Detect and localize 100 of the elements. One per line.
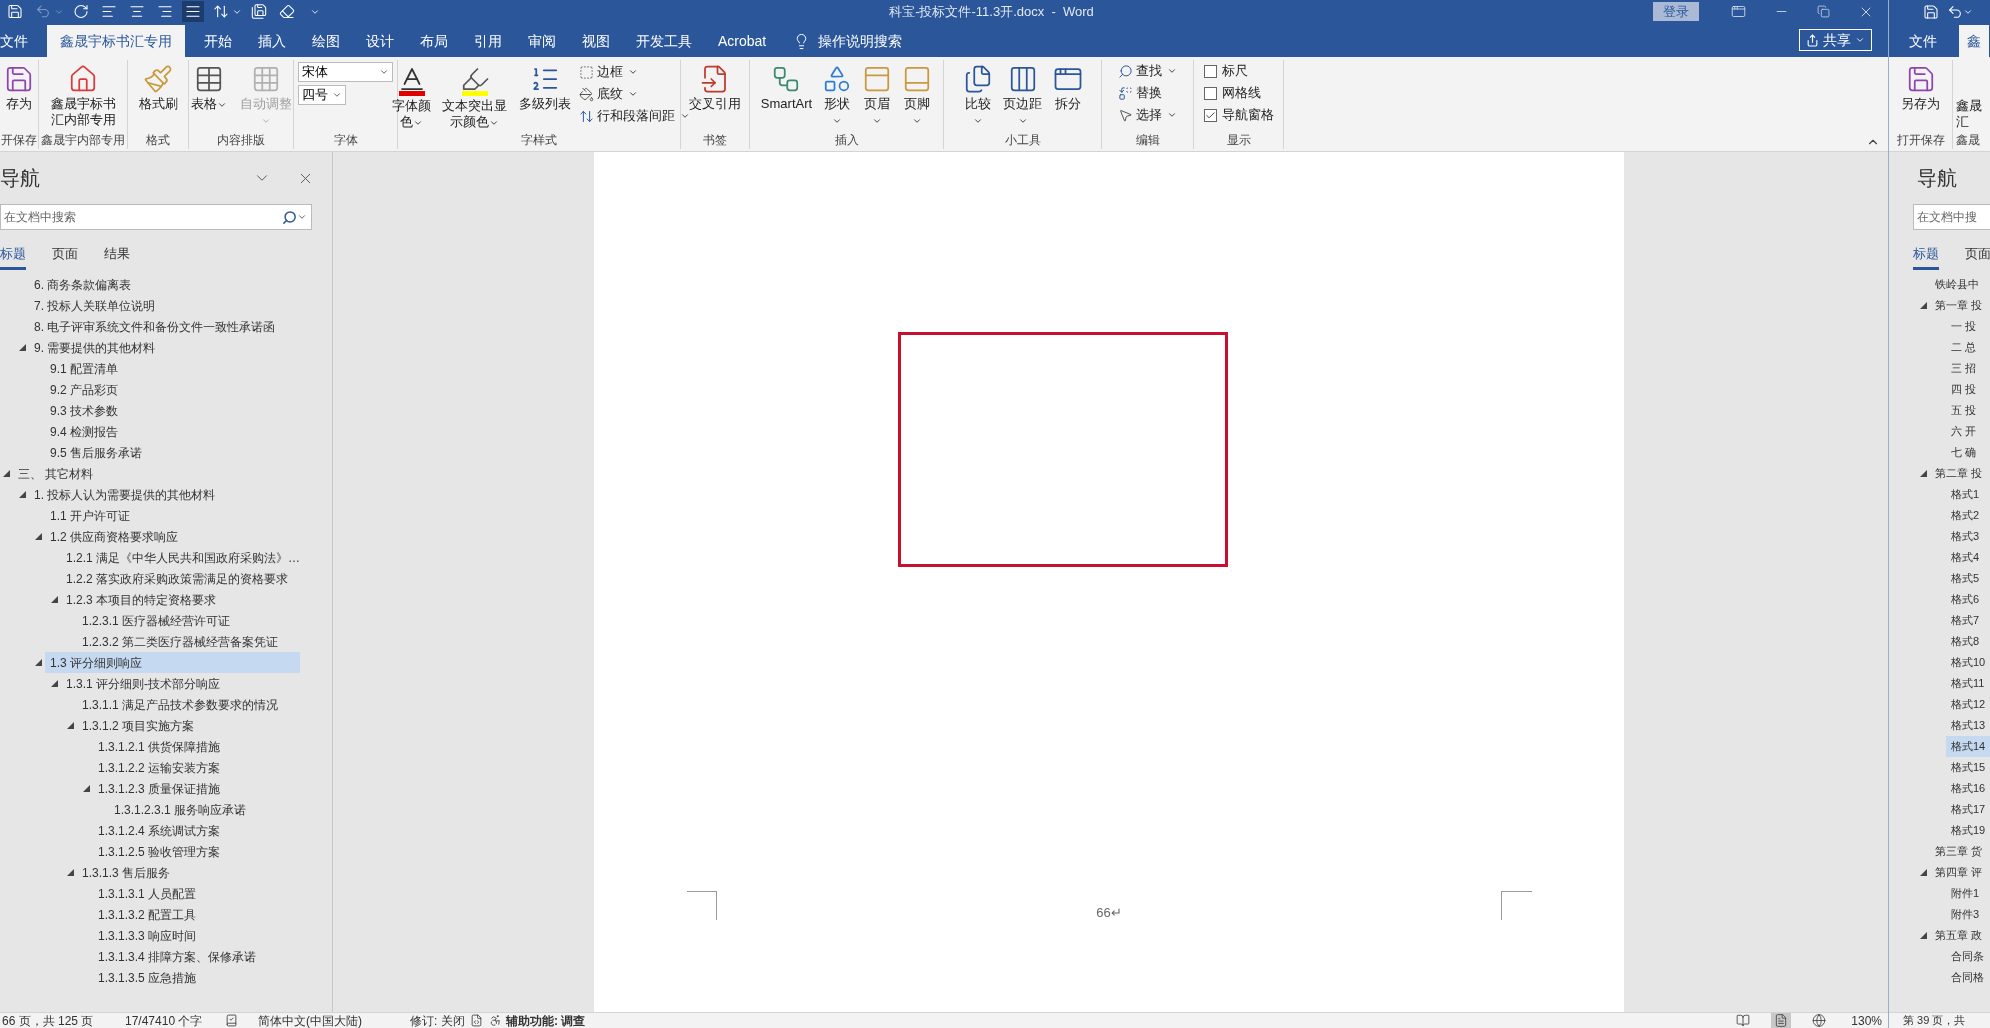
highlight-color-button[interactable]: 文本突出显示颜色 <box>438 60 511 131</box>
expanded-arrow-icon[interactable] <box>35 533 42 540</box>
nav-heading[interactable]: 9. 需要提供的其他材料 <box>29 337 300 358</box>
nav-heading[interactable]: 1.3.1.2.5 验收管理方案 <box>93 841 300 862</box>
pane-tab[interactable]: 结果 <box>104 243 130 270</box>
accessibility-icon[interactable] <box>489 1014 502 1027</box>
split-button[interactable]: 拆分 <box>1049 60 1086 131</box>
nav-heading[interactable]: 三 招 <box>1946 358 1990 379</box>
nav-heading[interactable]: 格式12 <box>1946 694 1990 715</box>
font-name-field[interactable]: 宋体 <box>298 62 393 82</box>
nav-heading[interactable]: 1.3.1 评分细则-技术部分响应 <box>61 673 300 694</box>
ribbon-tab[interactable]: Acrobat <box>705 25 780 57</box>
nav-heading[interactable]: 1.3.1.3.1 人员配置 <box>93 883 300 904</box>
checkbox[interactable] <box>1203 64 1217 78</box>
nav-heading[interactable]: 三、 其它材料 <box>13 463 300 484</box>
expanded-arrow-icon[interactable] <box>67 869 74 876</box>
nav-heading[interactable]: 1.3.1.2.1 供货保障措施 <box>93 736 300 757</box>
ribbon-tab[interactable]: 鑫 <box>1959 25 1989 57</box>
nav-heading[interactable]: 第二章 投 <box>1930 463 1990 484</box>
internal-tool-button[interactable]: 鑫晟宇标书汇内部专用 <box>47 60 119 131</box>
nav-heading[interactable]: 1.2.1 满足《中华人民共和国政府采购法》… <box>61 547 306 568</box>
nav-heading[interactable]: 格式15 <box>1946 757 1990 778</box>
nav-heading[interactable]: 6. 商务条款偏离表 <box>29 274 300 295</box>
expanded-arrow-icon[interactable] <box>1920 302 1927 309</box>
internal-tool-button[interactable]: 鑫晟 汇 <box>1956 60 1990 131</box>
pane-tab[interactable]: 页面 <box>52 243 78 270</box>
expanded-arrow-icon[interactable] <box>3 470 10 477</box>
margins-button[interactable]: 页边距 <box>999 60 1046 131</box>
checkbox[interactable] <box>1203 108 1217 122</box>
pane-tab[interactable]: 标题 <box>1913 243 1939 270</box>
nav-heading[interactable]: 1.3.1.3.5 应急措施 <box>93 967 300 988</box>
nav-heading[interactable]: 格式14 <box>1946 736 1990 757</box>
nav-heading[interactable]: 1.3.1.2 项目实施方案 <box>77 715 300 736</box>
tell-me-search[interactable]: 操作说明搜索 <box>793 25 903 57</box>
nav-heading[interactable]: 格式3 <box>1946 526 1990 547</box>
nav-heading[interactable]: 格式16 <box>1946 778 1990 799</box>
ribbon-tab[interactable]: 绘图 <box>299 25 353 57</box>
page-count[interactable]: 第 39 页，共 <box>1903 1012 1966 1028</box>
ribbon-tab[interactable]: 布局 <box>407 25 461 57</box>
zoom-level[interactable]: 130% <box>1851 1011 1882 1028</box>
expanded-arrow-icon[interactable] <box>51 680 58 687</box>
format-painter-button[interactable]: 格式刷 <box>135 60 181 131</box>
word-count[interactable]: 17/47410 个字 <box>125 1011 225 1028</box>
ribbon-tab[interactable]: 引用 <box>461 25 515 57</box>
compare-button[interactable]: 比较 <box>959 60 996 131</box>
nav-heading[interactable]: 格式1 <box>1946 484 1990 505</box>
nav-heading[interactable]: 1. 投标人认为需要提供的其他材料 <box>29 484 300 505</box>
nav-heading[interactable]: 二 总 <box>1946 337 1990 358</box>
select-button[interactable]: 选择 <box>1118 104 1177 126</box>
nav-heading[interactable]: 7. 投标人关联单位说明 <box>29 295 300 316</box>
nav-heading[interactable]: 1.2.2 落实政府采购政策需满足的资格要求 <box>61 568 300 589</box>
nav-heading[interactable]: 格式2 <box>1946 505 1990 526</box>
replace-button[interactable]: 替换 <box>1118 82 1162 104</box>
nav-heading[interactable]: 格式13 <box>1946 715 1990 736</box>
page-count[interactable]: 66 页，共 125 页 <box>2 1011 125 1028</box>
nav-heading[interactable]: 1.3.1.1 满足产品技术参数要求的情况 <box>77 694 300 715</box>
nav-heading[interactable]: 1.3.1.3.4 排障方案、保修承诺 <box>93 946 300 967</box>
nav-heading[interactable]: 五 投 <box>1946 400 1990 421</box>
search-input[interactable]: 在文档中搜索 <box>1 208 282 226</box>
nav-heading[interactable]: 第一章 投 <box>1930 295 1990 316</box>
expanded-arrow-icon[interactable] <box>1920 470 1927 477</box>
nav-heading[interactable]: 合同格 <box>1946 967 1990 988</box>
nav-heading[interactable]: 格式11 <box>1946 673 1990 694</box>
ribbon-tab[interactable]: 文件 <box>1901 25 1945 57</box>
nav-heading[interactable]: 1.3.1.2.4 系统调试方案 <box>93 820 300 841</box>
nav-heading[interactable]: 9.1 配置清单 <box>45 358 300 379</box>
ribbon-tab[interactable]: 设计 <box>353 25 407 57</box>
search-field[interactable]: 在文档中搜索 <box>0 204 312 230</box>
nav-heading[interactable]: 格式4 <box>1946 547 1990 568</box>
nav-heading[interactable]: 9.4 检测报告 <box>45 421 300 442</box>
expanded-arrow-icon[interactable] <box>1920 869 1927 876</box>
nav-heading[interactable]: 格式19 <box>1946 820 1990 841</box>
nav-heading[interactable]: 9.5 售后服务承诺 <box>45 442 300 463</box>
print-layout-icon[interactable] <box>1771 1013 1792 1028</box>
nav-heading[interactable]: 1.2.3.1 医疗器械经营许可证 <box>77 610 300 631</box>
header-button[interactable]: 页眉 <box>859 60 896 131</box>
ribbon-tab[interactable]: 审阅 <box>515 25 569 57</box>
accessibility-status[interactable]: 辅助功能: 调查 <box>506 1011 586 1028</box>
nav-heading[interactable]: 七 确 <box>1946 442 1990 463</box>
expanded-arrow-icon[interactable] <box>83 785 90 792</box>
track-changes[interactable]: 修订: 关闭 <box>410 1011 470 1028</box>
nav-heading[interactable]: 1.3.1.3.2 配置工具 <box>93 904 300 925</box>
nav-heading[interactable]: 格式10 <box>1946 652 1990 673</box>
checkbox[interactable] <box>1203 86 1217 100</box>
expanded-arrow-icon[interactable] <box>67 722 74 729</box>
nav-heading[interactable]: 1.2.3 本项目的特定资格要求 <box>61 589 300 610</box>
smartart-button[interactable]: SmartArt <box>757 60 816 131</box>
nav-heading[interactable]: 一 投 <box>1946 316 1990 337</box>
ribbon-tab[interactable]: 插入 <box>245 25 299 57</box>
find-button[interactable]: 查找 <box>1118 60 1177 82</box>
nav-heading[interactable]: 9.2 产品彩页 <box>45 379 300 400</box>
nav-heading[interactable]: 1.2 供应商资格要求响应 <box>45 526 300 547</box>
nav-heading[interactable]: 1.3.1.3.3 响应时间 <box>93 925 300 946</box>
nav-heading[interactable]: 1.2.3.2 第二类医疗器械经营备案凭证 <box>77 631 300 652</box>
table-button[interactable]: 表格 <box>186 60 232 131</box>
nav-heading[interactable]: 铁岭县中 <box>1930 274 1990 295</box>
ribbon-tab[interactable]: 开始 <box>191 25 245 57</box>
nav-heading[interactable]: 合同条 <box>1946 946 1990 967</box>
nav-heading[interactable]: 格式6 <box>1946 589 1990 610</box>
nav-heading[interactable]: 格式7 <box>1946 610 1990 631</box>
